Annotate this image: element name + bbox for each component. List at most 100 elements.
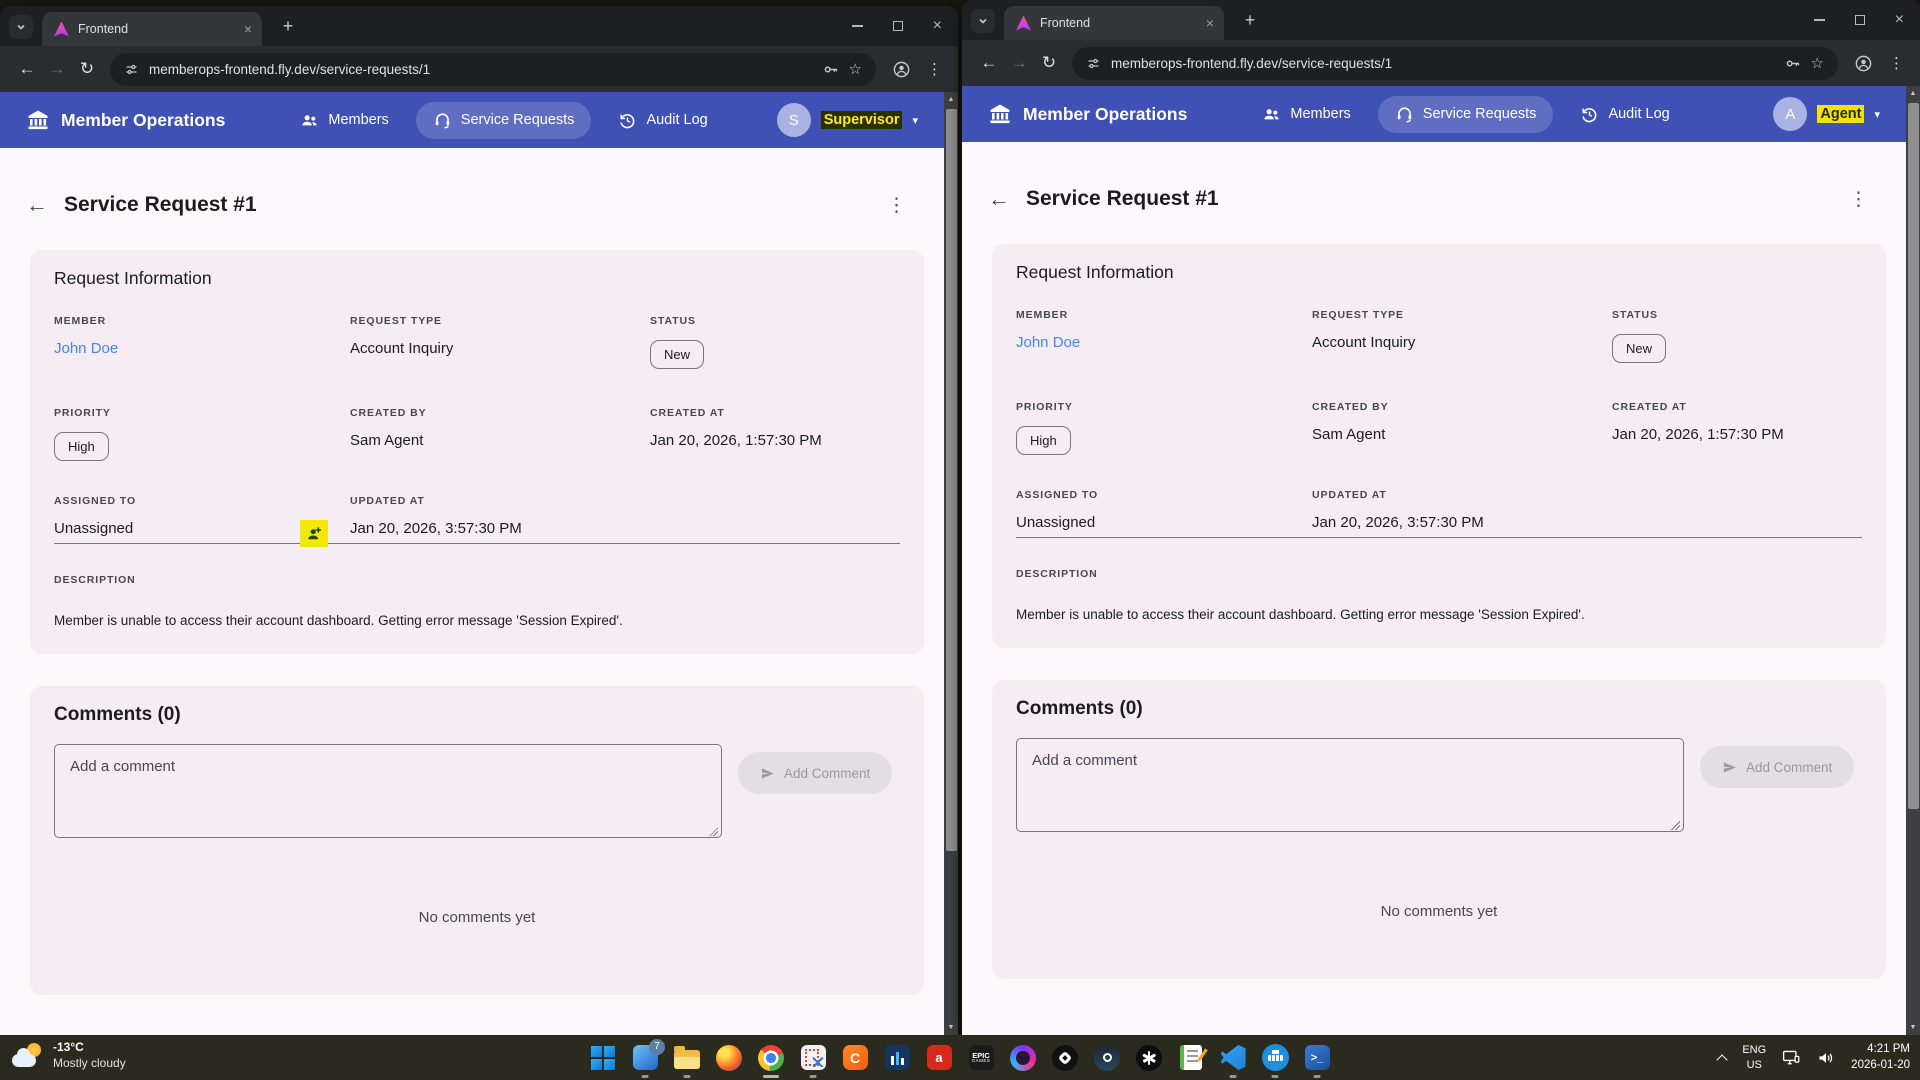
page-back-icon[interactable]: ← bbox=[26, 192, 64, 218]
reload-icon[interactable]: ↻ bbox=[1034, 53, 1064, 73]
start-button[interactable] bbox=[589, 1044, 617, 1072]
brand[interactable]: Member Operations bbox=[26, 108, 225, 132]
browser-tab[interactable]: Frontend × bbox=[42, 12, 262, 46]
amd-software-button[interactable]: a bbox=[925, 1044, 953, 1072]
window-minimize-button[interactable] bbox=[1814, 19, 1825, 21]
window-close-button[interactable]: × bbox=[933, 18, 942, 34]
widgets-button[interactable]: 7 bbox=[631, 1044, 659, 1072]
history-icon bbox=[1580, 105, 1599, 124]
url-bar[interactable]: memberops-frontend.fly.dev/service-reque… bbox=[1072, 47, 1838, 80]
bookmark-star-icon[interactable]: ☆ bbox=[1811, 54, 1824, 72]
resize-grip-icon[interactable] bbox=[1671, 821, 1680, 830]
browser-tab[interactable]: Frontend × bbox=[1004, 6, 1224, 40]
page-menu-icon[interactable]: ⋮ bbox=[879, 194, 914, 217]
page-menu-icon[interactable]: ⋮ bbox=[1841, 188, 1876, 211]
scrollbar-thumb[interactable] bbox=[1908, 103, 1919, 809]
url-bar[interactable]: memberops-frontend.fly.dev/service-reque… bbox=[110, 53, 876, 86]
page-scrollbar[interactable]: ▲ ▼ bbox=[1906, 86, 1920, 1035]
bookmark-star-icon[interactable]: ☆ bbox=[849, 60, 862, 78]
vscode-button[interactable] bbox=[1219, 1044, 1247, 1072]
window-close-button[interactable]: × bbox=[1895, 12, 1904, 28]
profile-icon[interactable] bbox=[1854, 54, 1873, 73]
ubisoft-connect-button[interactable] bbox=[1009, 1044, 1037, 1072]
nav-label-audit-log: Audit Log bbox=[646, 112, 707, 128]
password-key-icon[interactable] bbox=[1784, 55, 1801, 72]
add-comment-button[interactable]: Add Comment bbox=[1700, 746, 1854, 788]
member-link[interactable]: John Doe bbox=[54, 340, 350, 357]
weather-widget[interactable]: -13°C Mostly cloudy bbox=[12, 1040, 126, 1071]
media-app-button[interactable] bbox=[883, 1044, 911, 1072]
window-minimize-button[interactable] bbox=[852, 25, 863, 27]
nav-item-service-requests[interactable]: Service Requests bbox=[1378, 96, 1554, 133]
browser-menu-icon[interactable]: ⋮ bbox=[927, 60, 942, 78]
browser-window-right: Frontend × + × ← → ↻ memberops-frontend.… bbox=[962, 0, 1920, 1035]
docker-button[interactable] bbox=[1261, 1044, 1289, 1072]
page-scrollbar[interactable]: ▲ ▼ bbox=[944, 92, 958, 1035]
password-key-icon[interactable] bbox=[822, 61, 839, 78]
user-menu[interactable]: S Supervisor ▾ bbox=[777, 103, 918, 137]
nav-label-members: Members bbox=[328, 112, 388, 128]
tab-close-icon[interactable]: × bbox=[1206, 16, 1214, 30]
brand[interactable]: Member Operations bbox=[988, 102, 1187, 126]
chatgpt-button[interactable] bbox=[1135, 1044, 1163, 1072]
tray-expand-chevron-icon[interactable] bbox=[1717, 1053, 1727, 1063]
snipping-tool-button[interactable] bbox=[799, 1044, 827, 1072]
back-icon[interactable]: ← bbox=[12, 59, 42, 79]
profile-icon[interactable] bbox=[892, 60, 911, 79]
new-tab-button[interactable]: + bbox=[276, 14, 300, 38]
clock[interactable]: 4:21 PM 2026-01-20 bbox=[1851, 1042, 1910, 1073]
scroll-up-icon[interactable]: ▲ bbox=[944, 92, 958, 107]
brand-title: Member Operations bbox=[61, 110, 225, 131]
reload-icon[interactable]: ↻ bbox=[72, 59, 102, 79]
avatar: A bbox=[1773, 97, 1807, 131]
comment-textarea[interactable] bbox=[54, 744, 722, 838]
steelseries-button[interactable] bbox=[1051, 1044, 1079, 1072]
volume-icon[interactable] bbox=[1816, 1049, 1836, 1067]
tab-search-chevron-button[interactable] bbox=[971, 9, 995, 33]
new-tab-button[interactable]: + bbox=[1238, 8, 1262, 32]
back-icon[interactable]: ← bbox=[974, 53, 1004, 73]
comments-card: Comments (0) Add Comment No comments yet bbox=[992, 680, 1886, 979]
site-settings-icon[interactable] bbox=[124, 62, 139, 77]
firefox-button[interactable] bbox=[715, 1044, 743, 1072]
scroll-down-icon[interactable]: ▼ bbox=[1906, 1020, 1920, 1035]
tab-close-icon[interactable]: × bbox=[244, 22, 252, 36]
steam-button[interactable] bbox=[1093, 1044, 1121, 1072]
page-title: Service Request #1 bbox=[64, 193, 257, 217]
user-menu[interactable]: A Agent ▾ bbox=[1773, 97, 1880, 131]
nav-item-members[interactable]: Members bbox=[283, 102, 405, 139]
scrollbar-thumb[interactable] bbox=[946, 109, 957, 851]
assign-user-button[interactable] bbox=[300, 520, 328, 547]
add-comment-button[interactable]: Add Comment bbox=[738, 752, 892, 794]
request-type-value: Account Inquiry bbox=[1312, 334, 1612, 351]
page-back-icon[interactable]: ← bbox=[988, 186, 1026, 212]
request-info-card: Request Information MEMBER John Doe REQU… bbox=[992, 244, 1886, 648]
nav-item-audit-log[interactable]: Audit Log bbox=[601, 102, 724, 139]
nav-item-audit-log[interactable]: Audit Log bbox=[1563, 96, 1686, 133]
window-maximize-button[interactable] bbox=[893, 21, 903, 31]
site-settings-icon[interactable] bbox=[1086, 56, 1101, 71]
tab-search-chevron-button[interactable] bbox=[9, 15, 33, 39]
browser-menu-icon[interactable]: ⋮ bbox=[1889, 54, 1904, 72]
forward-icon[interactable]: → bbox=[42, 59, 72, 79]
member-link[interactable]: John Doe bbox=[1016, 334, 1312, 351]
status-chip: New bbox=[650, 340, 704, 369]
forward-icon[interactable]: → bbox=[1004, 53, 1034, 73]
scroll-up-icon[interactable]: ▲ bbox=[1906, 86, 1920, 101]
resize-grip-icon[interactable] bbox=[709, 827, 718, 836]
comment-textarea[interactable] bbox=[1016, 738, 1684, 832]
comments-card: Comments (0) Add Comment No comments yet bbox=[30, 686, 924, 995]
network-icon[interactable] bbox=[1781, 1049, 1801, 1067]
nav-item-service-requests[interactable]: Service Requests bbox=[416, 102, 592, 139]
chrome-button[interactable] bbox=[757, 1044, 785, 1072]
nav-item-members[interactable]: Members bbox=[1245, 96, 1367, 133]
language-indicator[interactable]: ENG US bbox=[1742, 1043, 1766, 1072]
notepad-button[interactable] bbox=[1177, 1044, 1205, 1072]
file-explorer-button[interactable] bbox=[673, 1044, 701, 1072]
page-header: ← Service Request #1 ⋮ bbox=[988, 186, 1876, 212]
window-maximize-button[interactable] bbox=[1855, 15, 1865, 25]
powershell-button[interactable]: >_ bbox=[1303, 1044, 1331, 1072]
orange-app-button[interactable]: C bbox=[841, 1044, 869, 1072]
epic-games-button[interactable]: EPICGAMES bbox=[967, 1044, 995, 1072]
scroll-down-icon[interactable]: ▼ bbox=[944, 1020, 958, 1035]
